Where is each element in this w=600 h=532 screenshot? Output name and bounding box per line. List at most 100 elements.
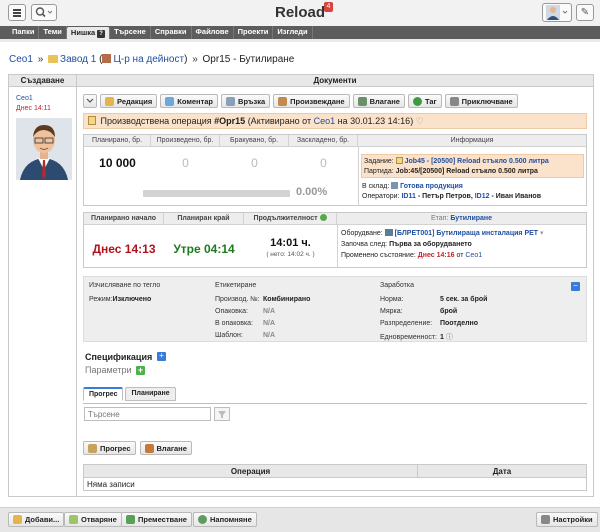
- equipment-link[interactable]: [БЛРЕТ001] Бутилираща инсталация PET: [395, 230, 538, 237]
- breadcrumb-folder[interactable]: Завод 1: [60, 54, 96, 65]
- close-icon: [449, 96, 459, 106]
- help-icon[interactable]: ?: [97, 30, 106, 38]
- comment-button[interactable]: Коментар: [160, 94, 219, 108]
- top-bar: Reload 4 ✎: [0, 0, 600, 26]
- nav-tab-thread-label: Нишка: [70, 28, 96, 37]
- nav-tab-reports[interactable]: Справки: [151, 26, 192, 39]
- progress-actions: Прогрес Влагане: [83, 441, 192, 455]
- finish-button[interactable]: Приключване: [444, 94, 518, 108]
- progress-button[interactable]: Прогрес: [83, 441, 136, 455]
- duration-header: Продължителност: [244, 213, 337, 225]
- funnel-icon: [218, 411, 226, 418]
- input-action-button[interactable]: Влагане: [139, 441, 192, 455]
- input-button[interactable]: Влагане: [352, 94, 405, 108]
- stored-value: 0: [320, 156, 327, 170]
- tab-bar: Прогрес Планиране: [83, 387, 178, 401]
- open-button[interactable]: Отваряне: [64, 512, 122, 527]
- operator-2-link[interactable]: ID12: [475, 193, 490, 200]
- tag-icon: [412, 96, 422, 106]
- simultaneity-row: Едновременност: 1 ⓘ: [380, 334, 453, 341]
- filter-button[interactable]: [214, 407, 230, 421]
- add-param-button[interactable]: +: [136, 366, 145, 375]
- box-icon: [278, 96, 288, 106]
- changed-by-link[interactable]: Ceo1: [465, 252, 482, 259]
- pin-icon[interactable]: ✎: [576, 4, 594, 21]
- notification-badge[interactable]: 4: [324, 2, 333, 12]
- operation-column-header: Операция: [83, 464, 418, 478]
- activated-by-link[interactable]: Ceo1: [314, 116, 336, 126]
- tag-button[interactable]: Таг: [407, 94, 442, 108]
- add-spec-button[interactable]: +: [157, 352, 166, 361]
- documents-column-header: Документи: [77, 75, 593, 87]
- gear-icon: [541, 515, 550, 524]
- nav-tab-folders[interactable]: Папки: [8, 26, 40, 39]
- link-button[interactable]: Връзка: [221, 94, 271, 108]
- operators-row: Оператори: ID11 - Петър Петров, ID12 - И…: [362, 193, 541, 200]
- tab-progress[interactable]: Прогрес: [83, 387, 124, 401]
- nav-tab-thread[interactable]: Нишка?: [66, 27, 111, 39]
- building-icon: [102, 54, 112, 63]
- info-cell: Задание: Job45 - [20500] Reload стъкло 0…: [358, 147, 586, 205]
- tab-divider: [83, 403, 587, 404]
- breadcrumb-root[interactable]: Ceo1: [9, 54, 33, 65]
- params-title: Параметри: [85, 365, 132, 375]
- nav-tab-files[interactable]: Файлове: [192, 26, 234, 39]
- changed-time: Днес 14:16: [417, 252, 455, 259]
- edit-button[interactable]: Редакция: [100, 94, 158, 108]
- filter-icon[interactable]: ▾: [540, 230, 544, 237]
- settings-button[interactable]: Настройки: [536, 512, 598, 527]
- scrapped-value: 0: [251, 156, 258, 170]
- nav-tab-search[interactable]: Търсене: [110, 26, 151, 39]
- store-link[interactable]: Готова продукция: [400, 183, 463, 190]
- box-icon: [88, 443, 97, 453]
- creator-name[interactable]: Ceo1: [16, 95, 33, 102]
- avatar: [16, 118, 72, 180]
- planned-end-value: Утре 04:14: [173, 242, 235, 256]
- refresh-icon[interactable]: [319, 214, 327, 221]
- breadcrumb-current: Opr15 - Бутилиране: [202, 54, 295, 65]
- date-column-header: Дата: [417, 464, 587, 478]
- add-icon: [13, 515, 22, 524]
- planned-header: Планирано, бр.: [84, 135, 151, 147]
- open-icon: [69, 515, 78, 524]
- document-icon: [88, 116, 96, 125]
- add-button[interactable]: Добави...: [8, 512, 65, 527]
- breadcrumb-center[interactable]: Ц-р на дейност: [113, 54, 184, 65]
- chevron-down-icon: [86, 98, 94, 103]
- planned-end-header: Планиран край: [164, 213, 244, 225]
- pencil-icon: [105, 96, 114, 106]
- table-header-row: Операция Дата: [83, 464, 587, 478]
- breadcrumb: Ceo1 » Завод 1 (Ц-р на дейност) » Opr15 …: [9, 54, 295, 65]
- remind-button[interactable]: Напомняне: [193, 512, 257, 527]
- creator-time: Днес 14:11: [16, 105, 51, 112]
- inbox-icon: [357, 96, 367, 106]
- nav-tab-views[interactable]: Изгледи: [273, 26, 313, 39]
- prod-no-row: Производ. №: Комбинирано: [215, 296, 311, 303]
- weight-heading: Изчисляване по тегло: [89, 282, 161, 289]
- user-menu-button[interactable]: [542, 3, 572, 22]
- nav-stripe: [0, 39, 600, 42]
- task-box: Задание: Job45 - [20500] Reload стъкло 0…: [361, 154, 584, 178]
- nav-tab-projects[interactable]: Проекти: [234, 26, 274, 39]
- creation-column-header: Създаване: [9, 75, 77, 87]
- nav-tab-topics[interactable]: Теми: [39, 26, 67, 39]
- produce-button[interactable]: Произвеждане: [273, 94, 350, 108]
- produced-header: Произведено, бр.: [151, 135, 220, 147]
- task-link[interactable]: Job45 - [20500] Reload стъкло 0.500 литр…: [405, 158, 549, 165]
- heart-icon[interactable]: ♡: [416, 116, 424, 126]
- info-icon[interactable]: ⓘ: [446, 334, 453, 341]
- equipment-icon: [384, 229, 393, 236]
- search-input[interactable]: [84, 407, 211, 421]
- toolbar-collapse-button[interactable]: [83, 94, 97, 108]
- stage-link[interactable]: Бутилиране: [450, 215, 492, 222]
- operator-1-link[interactable]: ID11: [401, 193, 415, 200]
- tab-planning[interactable]: Планиране: [125, 387, 176, 401]
- collapse-icon[interactable]: −: [571, 282, 580, 291]
- warehouse-icon: [391, 182, 399, 189]
- inbox-icon: [144, 443, 154, 453]
- move-button[interactable]: Преместване: [121, 512, 192, 527]
- stage-header: Етап: Бутилиране: [337, 213, 586, 225]
- starts-after-value: Първа за оборудването: [389, 241, 472, 248]
- operation-title: Производствена операция #Opr15 (Активира…: [83, 113, 587, 129]
- stored-header: Заскладено, бр.: [289, 135, 358, 147]
